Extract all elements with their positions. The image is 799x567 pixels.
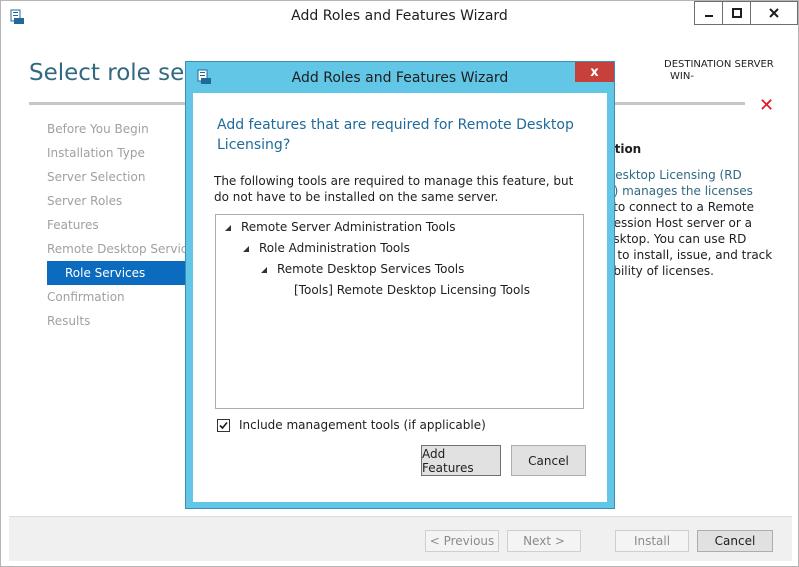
- maximize-icon: [732, 8, 742, 18]
- description-line: g) manages the licenses: [606, 184, 753, 198]
- include-tools-checkbox[interactable]: [217, 419, 230, 432]
- dialog-heading: Add features that are required for Remot…: [217, 117, 574, 153]
- dialog-description: The following tools are required to mana…: [214, 174, 574, 204]
- wizard-step[interactable]: Results: [29, 309, 189, 333]
- title-bar: Add Roles and Features Wizard: [1, 1, 798, 32]
- next-button[interactable]: Next >: [507, 530, 581, 552]
- add-features-dialog: Add Roles and Features Wizard x Add feat…: [185, 61, 615, 509]
- wizard-footer: < Previous Next > Install Cancel: [9, 516, 792, 561]
- close-icon: [769, 8, 779, 18]
- tree-node-label: Role Administration Tools: [259, 241, 410, 255]
- tree-node[interactable]: Remote Server Administration Tools: [224, 220, 455, 234]
- description-line: Desktop Licensing (RD: [606, 168, 742, 182]
- tree-node[interactable]: Remote Desktop Services Tools: [260, 262, 464, 276]
- wizard-steps: Before You Begin Installation Type Server …: [29, 117, 189, 333]
- description-line: esktop. You can use RD: [606, 232, 747, 246]
- description-line: l to connect to a Remote: [606, 200, 754, 214]
- dialog-close-button[interactable]: x: [575, 62, 614, 82]
- dialog-cancel-button[interactable]: Cancel: [511, 445, 586, 476]
- tree-node-label: Remote Desktop Services Tools: [277, 262, 465, 276]
- install-button[interactable]: Install: [615, 530, 689, 552]
- close-button[interactable]: [750, 1, 798, 25]
- wizard-step[interactable]: Remote Desktop Services: [29, 237, 189, 261]
- previous-button[interactable]: < Previous: [425, 530, 499, 552]
- wizard-step[interactable]: Confirmation: [29, 285, 189, 309]
- tree-node[interactable]: Role Administration Tools: [242, 241, 410, 255]
- expanded-triangle-icon[interactable]: [224, 224, 232, 232]
- wizard-step[interactable]: Role Services: [47, 261, 189, 285]
- tree-node-label: Remote Server Administration Tools: [241, 220, 456, 234]
- expanded-triangle-icon[interactable]: [260, 266, 268, 274]
- maximize-button[interactable]: [722, 1, 752, 25]
- error-icon[interactable]: ✕: [759, 95, 774, 116]
- minimize-button[interactable]: [694, 1, 724, 25]
- tree-node[interactable]: [Tools] Remote Desktop Licensing Tools: [294, 283, 530, 297]
- destination-label: DESTINATION SERVER: [664, 59, 774, 70]
- include-tools-label[interactable]: Include management tools (if applicable): [239, 418, 486, 432]
- wizard-step[interactable]: Server Roles: [29, 189, 189, 213]
- cancel-button[interactable]: Cancel: [697, 530, 773, 552]
- check-icon: [219, 421, 228, 430]
- destination-server-name: WIN-: [670, 71, 694, 82]
- dialog-title: Add Roles and Features Wizard: [291, 70, 509, 86]
- description-line: ability of licenses.: [606, 264, 714, 278]
- description-line: Session Host server or a: [606, 216, 752, 230]
- minimize-icon: [705, 15, 713, 17]
- expanded-triangle-icon[interactable]: [242, 245, 250, 253]
- window-title: Add Roles and Features Wizard: [291, 8, 508, 24]
- required-tools-tree: Remote Server Administration Tools Role A…: [215, 214, 584, 409]
- wizard-step[interactable]: Features: [29, 213, 189, 237]
- destination-server: DESTINATION SERVER WIN-: [664, 59, 774, 83]
- wizard-step[interactable]: Server Selection: [29, 165, 189, 189]
- wizard-step[interactable]: Installation Type: [29, 141, 189, 165]
- description-text: Desktop Licensing (RD g) manages the lice…: [606, 167, 786, 279]
- dialog-body: Add features that are required for Remot…: [193, 93, 607, 502]
- description-line: g to install, issue, and track: [606, 248, 773, 262]
- wizard-step[interactable]: Before You Begin: [29, 117, 189, 141]
- tree-node-label: [Tools] Remote Desktop Licensing Tools: [294, 283, 530, 297]
- add-features-button[interactable]: Add Features: [421, 445, 501, 476]
